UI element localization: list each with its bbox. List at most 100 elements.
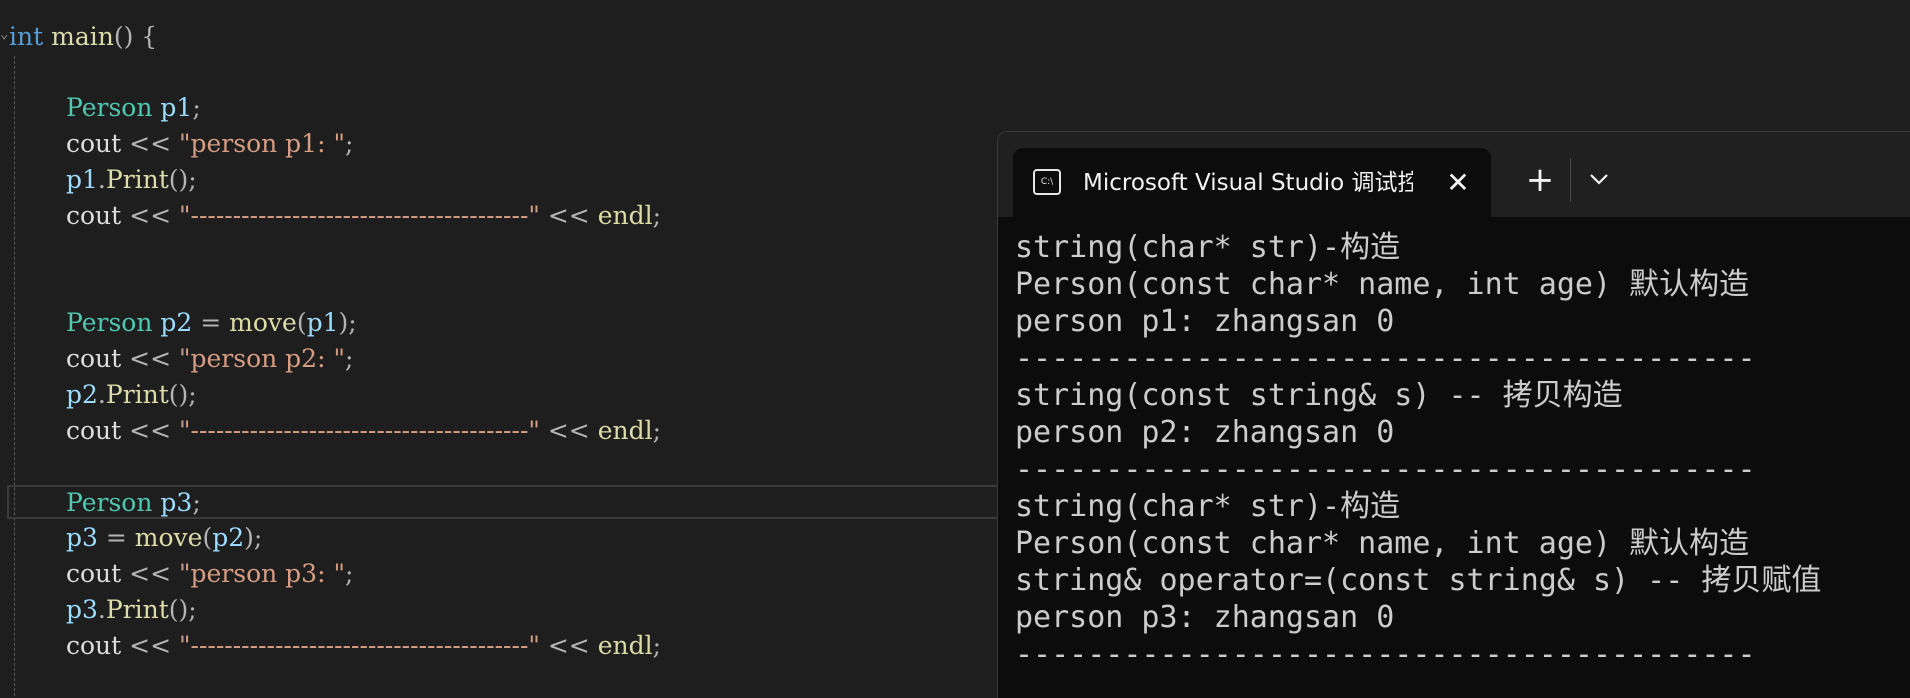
console-line: Person(const char* name, int age) 默认构造 bbox=[1015, 526, 1750, 561]
console-output: string(char* str)-构造 Person(const char* … bbox=[1015, 229, 1905, 673]
code-token: cout bbox=[66, 201, 122, 230]
code-token: () { bbox=[113, 22, 158, 51]
console-line: ----------------------------------------… bbox=[1015, 452, 1756, 487]
code-token: ); bbox=[244, 523, 263, 552]
chevron-down-icon bbox=[1590, 174, 1608, 185]
code-token: (); bbox=[168, 595, 197, 624]
code-token: Person bbox=[66, 93, 153, 122]
code-token: ; bbox=[344, 129, 354, 158]
code-token: << bbox=[121, 201, 179, 230]
console-line: Person(const char* name, int age) 默认构造 bbox=[1015, 267, 1750, 302]
code-token: ; bbox=[192, 93, 201, 122]
code-token: p1 bbox=[160, 93, 193, 122]
code-token: ); bbox=[338, 308, 357, 337]
code-line[interactable]: cout << "person p2: "; bbox=[66, 342, 353, 376]
code-token: Print bbox=[105, 595, 169, 624]
close-tab-button[interactable]: ✕ bbox=[1441, 166, 1475, 200]
code-token: move bbox=[229, 308, 297, 337]
code-token: Print bbox=[105, 380, 169, 409]
code-token: "person p3: " bbox=[179, 559, 345, 588]
console-line: string(char* str)-构造 bbox=[1015, 230, 1401, 265]
new-tab-button[interactable]: + bbox=[1520, 160, 1560, 200]
code-token: << bbox=[539, 631, 598, 660]
code-token: Person bbox=[66, 488, 153, 517]
console-icon: C:\ bbox=[1033, 169, 1061, 195]
debug-console-window[interactable]: C:\ Microsoft Visual Studio 调试控制台 ✕ + st… bbox=[997, 131, 1910, 698]
console-line: person p3: zhangsan 0 bbox=[1015, 600, 1395, 635]
code-token: endl bbox=[597, 631, 653, 660]
code-token: << bbox=[539, 416, 598, 445]
console-line: string(const string& s) -- 拷贝构造 bbox=[1015, 378, 1623, 413]
console-line: person p2: zhangsan 0 bbox=[1015, 415, 1395, 450]
code-line[interactable]: cout << "person p3: "; bbox=[66, 557, 353, 591]
code-token: move bbox=[134, 523, 203, 552]
code-token: << bbox=[121, 631, 179, 660]
code-line[interactable]: p1.Print(); bbox=[66, 163, 197, 197]
code-token: . bbox=[97, 380, 106, 409]
code-line[interactable]: Person p1; bbox=[66, 91, 201, 125]
terminal-tab-bar: C:\ Microsoft Visual Studio 调试控制台 ✕ + bbox=[998, 132, 1910, 217]
code-token: "---------------------------------------… bbox=[179, 201, 540, 230]
code-token: << bbox=[121, 344, 179, 373]
code-token: "person p2: " bbox=[179, 344, 345, 373]
code-token: = bbox=[192, 308, 230, 337]
code-token: cout bbox=[66, 416, 122, 445]
code-token: p3 bbox=[66, 523, 98, 552]
code-token: cout bbox=[66, 344, 122, 373]
code-line[interactable]: Person p2 = move(p1); bbox=[66, 306, 357, 340]
code-token: cout bbox=[66, 631, 122, 660]
code-token: int bbox=[9, 22, 44, 51]
code-token: p3 bbox=[160, 488, 193, 517]
code-line[interactable]: p3 = move(p2); bbox=[66, 521, 262, 555]
code-line[interactable]: Person p3; bbox=[66, 486, 201, 520]
tab-bar-divider bbox=[1570, 158, 1571, 202]
code-token: = bbox=[97, 523, 135, 552]
code-token: endl bbox=[597, 201, 653, 230]
code-token: p1 bbox=[66, 165, 98, 194]
code-token: ; bbox=[652, 201, 662, 230]
code-line[interactable]: cout << "person p1: "; bbox=[66, 127, 353, 161]
indent-guide bbox=[14, 56, 15, 696]
code-token: ( bbox=[202, 523, 213, 552]
tab-debug-console[interactable]: C:\ Microsoft Visual Studio 调试控制台 ✕ bbox=[1013, 148, 1491, 217]
code-token: "---------------------------------------… bbox=[179, 416, 540, 445]
console-line: string& operator=(const string& s) -- 拷贝… bbox=[1015, 563, 1822, 598]
console-line: ----------------------------------------… bbox=[1015, 637, 1756, 672]
code-line[interactable]: cout << "-------------------------------… bbox=[66, 199, 661, 233]
fold-indicator-icon[interactable]: ⌄ bbox=[0, 26, 8, 42]
code-token: << bbox=[121, 559, 179, 588]
console-line: string(char* str)-构造 bbox=[1015, 489, 1401, 524]
code-token: p2 bbox=[66, 380, 98, 409]
code-token: p2 bbox=[212, 523, 245, 552]
code-token: . bbox=[97, 165, 106, 194]
code-token: ; bbox=[652, 416, 662, 445]
code-token: ; bbox=[344, 559, 354, 588]
code-token: Person bbox=[66, 308, 153, 337]
code-token: ( bbox=[296, 308, 307, 337]
code-line[interactable]: p3.Print(); bbox=[66, 593, 197, 627]
tab-dropdown-button[interactable] bbox=[1580, 160, 1620, 200]
code-token: cout bbox=[66, 129, 122, 158]
code-line[interactable]: p2.Print(); bbox=[66, 378, 197, 412]
code-token: (); bbox=[168, 380, 197, 409]
console-line: person p1: zhangsan 0 bbox=[1015, 304, 1395, 339]
code-token: p1 bbox=[306, 308, 339, 337]
code-token: ; bbox=[192, 488, 201, 517]
code-token: ; bbox=[344, 344, 354, 373]
code-line[interactable]: int main() { bbox=[9, 20, 157, 54]
tab-title: Microsoft Visual Studio 调试控制台 bbox=[1083, 170, 1413, 196]
code-token: << bbox=[539, 201, 598, 230]
code-token: . bbox=[97, 595, 106, 624]
code-token: ; bbox=[652, 631, 662, 660]
code-token: p3 bbox=[66, 595, 98, 624]
code-token: "---------------------------------------… bbox=[179, 631, 540, 660]
code-token: << bbox=[121, 129, 179, 158]
console-line: ----------------------------------------… bbox=[1015, 341, 1756, 376]
code-token: p2 bbox=[160, 308, 193, 337]
code-line[interactable]: cout << "-------------------------------… bbox=[66, 629, 661, 663]
code-token: "person p1: " bbox=[179, 129, 345, 158]
code-token: << bbox=[121, 416, 179, 445]
code-token: Print bbox=[105, 165, 169, 194]
code-line[interactable]: cout << "-------------------------------… bbox=[66, 414, 661, 448]
